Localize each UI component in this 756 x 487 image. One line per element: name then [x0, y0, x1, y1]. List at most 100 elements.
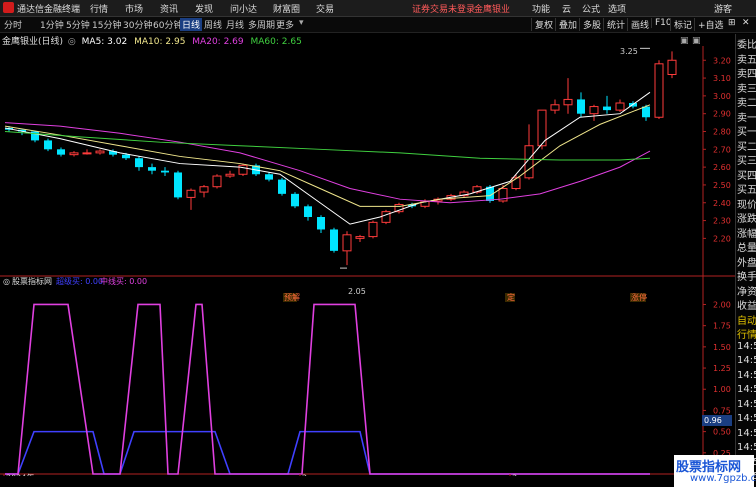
- candle-body-down: [161, 170, 169, 173]
- candle-body-up: [550, 104, 560, 111]
- period-15min[interactable]: 15分钟: [92, 18, 121, 31]
- sub-y-tick-label: 1.50: [713, 343, 731, 352]
- period-monthly[interactable]: 月线: [226, 18, 244, 31]
- menu-options[interactable]: 选项: [608, 2, 626, 15]
- chevron-down-icon[interactable]: ▾: [299, 18, 304, 28]
- menu-cloud[interactable]: 云: [562, 2, 571, 15]
- period-1min[interactable]: 1分钟: [40, 18, 64, 31]
- period-weekly[interactable]: 周线: [204, 18, 222, 31]
- x-tick-label: 2: [302, 474, 307, 476]
- menu-item-market[interactable]: 市场: [125, 2, 143, 15]
- x-tick-label: 2024年: [6, 473, 34, 476]
- side-panel-label: 买一: [737, 127, 756, 138]
- kline-chart[interactable]: 3.20 3.10 3.00 2.90 2.80 2.70 2.60 2.50 2.40 2.30…: [0, 46, 735, 476]
- menu-item-quotes[interactable]: 行情: [90, 2, 108, 15]
- menu-item-news[interactable]: 资讯: [160, 2, 178, 15]
- sub-y-tick-label: 0.50: [713, 428, 731, 437]
- multi-stock-button[interactable]: 多股: [579, 18, 601, 31]
- candle-body-up: [199, 186, 209, 193]
- y-tick-label: 2.20: [713, 234, 731, 243]
- draw-line-button[interactable]: 画线: [627, 18, 649, 31]
- period-60min[interactable]: 60分钟: [153, 18, 182, 31]
- candle-body-down: [135, 158, 143, 168]
- candle-body-up: [212, 175, 222, 188]
- period-toolbar: 分时 1分钟 5分钟 15分钟 30分钟 60分钟 日线 周线 月线 多周期 更…: [0, 17, 756, 33]
- side-panel-label: 现价: [737, 199, 756, 211]
- period-daily[interactable]: 日线: [180, 18, 203, 31]
- menu-formula[interactable]: 公式: [582, 2, 600, 15]
- candle-body-up: [95, 150, 105, 154]
- watermark: 股票指标网 www.7gpzb.com: [674, 455, 756, 487]
- current-value: 0.96: [704, 416, 722, 425]
- collapse-icon[interactable]: ▣: [680, 36, 689, 46]
- main-y-axis: 3.20 3.10 3.00 2.90 2.80 2.70 2.60 2.50 2.40 2.30…: [703, 56, 731, 243]
- add-watchlist-button[interactable]: +自选: [694, 18, 724, 31]
- candle-body-up: [342, 234, 352, 252]
- app-logo-icon: [3, 2, 14, 13]
- menu-item-wealth[interactable]: 财富圈: [273, 2, 300, 15]
- grid-icon[interactable]: ⊞: [728, 18, 736, 28]
- candle-body-up: [589, 106, 599, 115]
- quote-side-panel: 委比 卖五 卖四 卖三 卖二 卖一 买一 买二 买三 买四 买五 现价 涨跌 涨幅 总量 外盘 换手 净资 收益 自动…: [735, 34, 756, 487]
- y-tick-label: 3.10: [713, 74, 731, 83]
- candle-body-down: [317, 217, 325, 230]
- event-tag-limit-up[interactable]: 涨停: [631, 292, 647, 302]
- side-panel-label: 卖三: [737, 83, 756, 95]
- side-panel-label: 换手: [737, 272, 756, 283]
- menu-item-ask[interactable]: 问小达: [230, 2, 257, 15]
- candle-body-down: [577, 99, 585, 114]
- overlay-button[interactable]: 叠加: [555, 18, 577, 31]
- menu-function[interactable]: 功能: [532, 2, 550, 15]
- candle-body-down: [304, 206, 312, 217]
- statistics-button[interactable]: 统计: [603, 18, 625, 31]
- menu-item-discover[interactable]: 发现: [195, 2, 213, 15]
- candle-body-up: [355, 236, 365, 239]
- period-30min[interactable]: 30分钟: [123, 18, 152, 31]
- menu-item-trade[interactable]: 交易: [316, 2, 334, 15]
- side-panel-label: 卖五: [737, 54, 756, 66]
- candle-body-down: [174, 172, 182, 198]
- side-panel-label: 14:5: [737, 413, 756, 424]
- candle-body-down: [148, 167, 156, 171]
- y-tick-label: 3.00: [713, 92, 731, 101]
- candle-body-down: [291, 193, 299, 207]
- candle-body-down: [57, 149, 65, 155]
- sub-y-tick-label: 2.00: [713, 300, 731, 309]
- candle-body-down: [330, 229, 338, 251]
- period-5min[interactable]: 5分钟: [66, 18, 90, 31]
- candle-body-up: [667, 59, 677, 75]
- ma5-line: [4, 91, 651, 225]
- candle-body-up: [69, 152, 79, 156]
- side-panel-label: 总量: [737, 243, 756, 254]
- broker-name[interactable]: 金鹰银业: [474, 2, 510, 15]
- low-price-marker: 2.05: [348, 287, 366, 296]
- y-tick-label: 2.50: [713, 181, 731, 190]
- candle-body-down: [122, 154, 130, 159]
- midline-buy-label: 中线买: 0.00: [100, 276, 147, 286]
- event-tag-unlock[interactable]: 预解: [284, 292, 300, 302]
- side-panel-label: 外盘: [737, 257, 756, 269]
- sub-chart-icon[interactable]: ◎: [3, 277, 10, 286]
- period-multi[interactable]: 多周期: [248, 18, 275, 31]
- period-tick[interactable]: 分时: [4, 18, 22, 31]
- mark-button[interactable]: 标记: [670, 18, 692, 31]
- f10-button[interactable]: F10: [651, 18, 672, 28]
- sub-y-tick-label: 1.75: [713, 322, 731, 331]
- candle-body-up: [381, 211, 391, 223]
- candle-body-down: [265, 174, 273, 180]
- restore-rights-button[interactable]: 复权: [531, 18, 553, 31]
- event-tag-fix[interactable]: 定: [507, 292, 515, 302]
- side-panel-label: 买二: [737, 141, 756, 153]
- menu-bar: 通达信金融终端 行情 市场 资讯 发现 问小达 财富圈 交易 证券交易未登录 金…: [0, 0, 756, 17]
- login-warning[interactable]: 证券交易未登录: [412, 2, 475, 15]
- user-name[interactable]: 游客: [714, 2, 732, 15]
- expand-icon[interactable]: ▣: [692, 36, 701, 46]
- period-more[interactable]: 更多: [276, 18, 294, 31]
- ma60-line: [4, 131, 651, 161]
- moving-average-lines: [4, 91, 651, 225]
- side-panel-label: 14:5: [737, 355, 756, 366]
- side-panel-label: 净资: [737, 286, 756, 298]
- close-icon[interactable]: ✕: [742, 18, 750, 28]
- y-tick-label: 2.40: [713, 199, 731, 208]
- side-panel-label: 14:5: [737, 398, 756, 410]
